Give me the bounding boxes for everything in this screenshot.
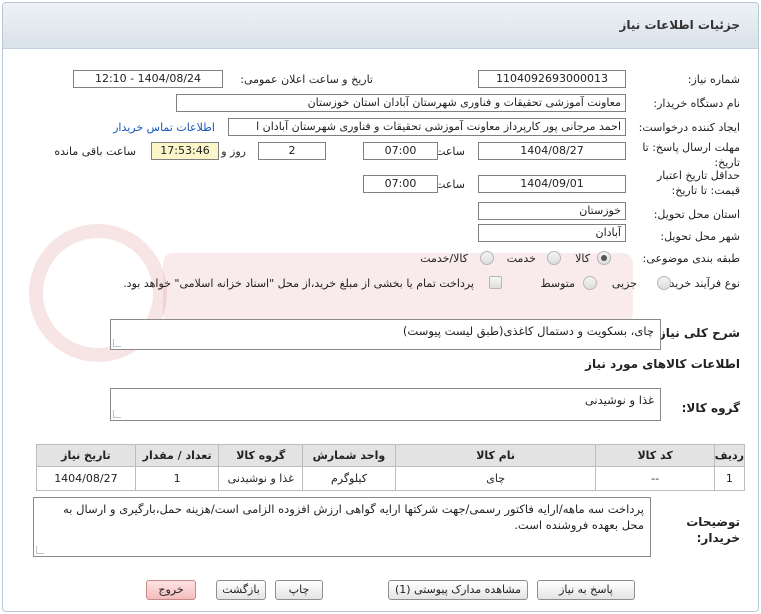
goods-group-text: غذا و نوشیدنی	[584, 393, 654, 407]
resize-handle-icon[interactable]	[113, 339, 121, 347]
resize-handle-icon[interactable]	[113, 410, 121, 418]
validity-date-field[interactable]: 1404/09/01	[478, 175, 626, 193]
category-label: طبقه بندی موضوعی:	[642, 252, 740, 265]
back-button[interactable]: بازگشت	[216, 580, 266, 600]
table-header-row: ردیف کد کالا نام کالا واحد شمارش گروه کا…	[36, 444, 746, 467]
need-number-label: شماره نیاز:	[687, 73, 740, 86]
cell-code: --	[595, 466, 715, 491]
treasury-note: پرداخت تمام یا بخشی از مبلغ خرید،از محل …	[123, 277, 474, 290]
treasury-checkbox[interactable]	[489, 276, 502, 289]
category-option-service: خدمت	[506, 252, 536, 265]
category-option-goods: کالا	[575, 252, 590, 265]
cell-name: چای	[394, 466, 597, 491]
col-header-unit: واحد شمارش	[302, 444, 396, 467]
description-textarea[interactable]: چای، بسکویت و دستمال کاغذی(طبق لیست پیوس…	[110, 319, 661, 350]
province-label: استان محل تحویل:	[653, 208, 740, 221]
col-header-quantity: تعداد / مقدار	[134, 444, 220, 467]
city-label: شهر محل تحویل:	[660, 230, 740, 243]
deadline-label: مهلت ارسال پاسخ: تا تاریخ:	[642, 141, 740, 169]
resize-handle-icon[interactable]	[36, 546, 44, 554]
cell-quantity: 1	[134, 466, 220, 491]
category-radio-goods-service[interactable]	[480, 251, 494, 265]
process-radio-medium[interactable]	[583, 276, 597, 290]
buyer-org-field[interactable]: معاونت آموزشی تحقیقات و فناوری شهرستان آ…	[176, 94, 626, 112]
process-option-minor: جزیی	[611, 277, 637, 290]
description-text: چای، بسکویت و دستمال کاغذی(طبق لیست پیوس…	[402, 324, 654, 338]
announce-date-label: تاریخ و ساعت اعلان عمومی:	[240, 73, 373, 86]
process-label: نوع فرآیند خرید :	[662, 277, 740, 290]
col-header-name: نام کالا	[394, 444, 597, 467]
remaining-time-label: ساعت باقی مانده	[54, 145, 136, 158]
requester-field[interactable]: احمد مرجانی پور کارپرداز معاونت آموزشی ت…	[228, 118, 626, 136]
cell-unit: کیلوگرم	[302, 466, 396, 491]
window-header: جزئیات اطلاعات نیاز	[3, 3, 758, 49]
goods-group-textarea[interactable]: غذا و نوشیدنی	[110, 388, 661, 421]
validity-time-field[interactable]: 07:00	[363, 175, 438, 193]
validity-label: حداقل تاریخ اعتبار قیمت: تا تاریخ:	[656, 169, 740, 197]
buyer-org-label: نام دستگاه خریدار:	[653, 97, 740, 110]
cell-group: غذا و نوشیدنی	[218, 466, 304, 491]
col-header-row-number: ردیف	[713, 444, 746, 467]
province-field[interactable]: خوزستان	[478, 202, 626, 220]
attachments-button[interactable]: مشاهده مدارک پیوستی (1)	[388, 580, 528, 600]
exit-button[interactable]: خروج	[146, 580, 196, 600]
col-header-need-date: تاریخ نیاز	[36, 444, 136, 467]
goods-section-title: اطلاعات کالاهای مورد نیاز	[585, 357, 740, 371]
requester-label: ایجاد کننده درخواست:	[638, 121, 740, 134]
buyer-notes-textarea[interactable]: پرداخت سه ماهه/ارایه فاکتور رسمی/جهت شرک…	[33, 497, 651, 557]
print-button[interactable]: چاپ	[275, 580, 323, 600]
days-label: روز و	[221, 145, 246, 158]
need-number-field[interactable]: 1104092693000013	[478, 70, 626, 88]
deadline-date-field[interactable]: 1404/08/27	[478, 142, 626, 160]
category-radio-service[interactable]	[547, 251, 561, 265]
goods-table: ردیف کد کالا نام کالا واحد شمارش گروه کا…	[36, 444, 746, 491]
category-option-goods-service: کالا/خدمت	[420, 252, 468, 265]
page-title: جزئیات اطلاعات نیاز	[619, 18, 740, 32]
deadline-time-label: ساعت	[435, 145, 465, 158]
city-field[interactable]: آبادان	[478, 224, 626, 242]
cell-row-number: 1	[713, 466, 746, 491]
deadline-time-field[interactable]: 07:00	[363, 142, 438, 160]
need-details-window: جزئیات اطلاعات نیاز شماره نیاز: 11040926…	[2, 2, 759, 612]
buyer-notes-label: توضیحات خریدار:	[686, 515, 740, 545]
category-radio-goods[interactable]	[597, 251, 611, 265]
buyer-contact-link[interactable]: اطلاعات تماس خریدار	[113, 121, 215, 134]
reply-button[interactable]: پاسخ به نیاز	[537, 580, 635, 600]
goods-group-label: گروه کالا:	[681, 401, 740, 415]
announce-date-field[interactable]: 1404/08/24 - 12:10	[73, 70, 223, 88]
process-radio-minor[interactable]	[657, 276, 671, 290]
cell-need-date: 1404/08/27	[36, 466, 136, 491]
days-remaining-field[interactable]: 2	[258, 142, 326, 160]
description-label: شرح کلی نیاز:	[654, 326, 740, 340]
remaining-time-field[interactable]: 17:53:46	[151, 142, 219, 160]
buyer-notes-text: پرداخت سه ماهه/ارایه فاکتور رسمی/جهت شرک…	[63, 502, 644, 532]
col-header-group: گروه کالا	[218, 444, 304, 467]
col-header-code: کد کالا	[595, 444, 715, 467]
table-row[interactable]: 1 -- چای کیلوگرم غذا و نوشیدنی 1 1404/08…	[36, 466, 746, 491]
validity-time-label: ساعت	[435, 178, 465, 191]
process-option-medium: متوسط	[540, 277, 575, 290]
